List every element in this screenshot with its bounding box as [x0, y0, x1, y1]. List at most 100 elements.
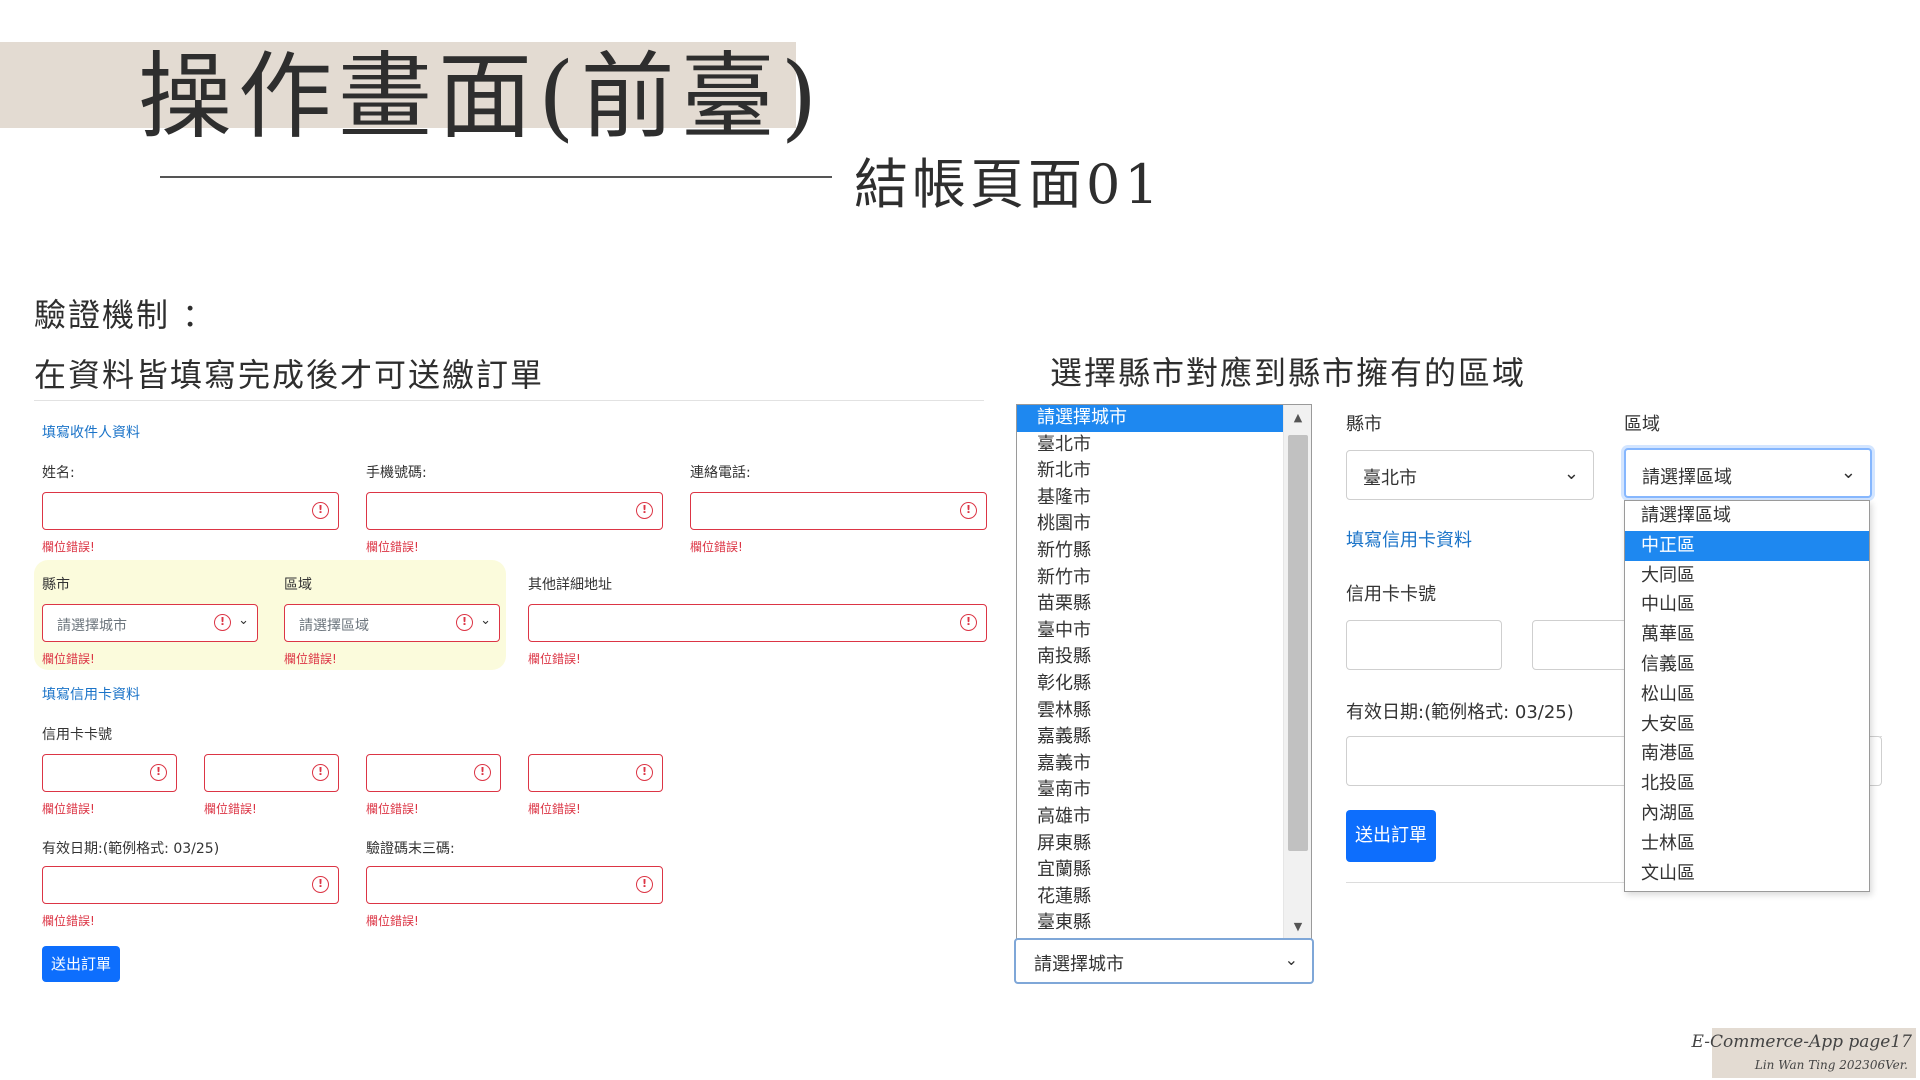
right-form-divider — [1346, 882, 1626, 883]
right-expiry-label: 有效日期:(範例格式: 03/25) — [1346, 702, 1574, 723]
city-dropdown-list[interactable]: 請選擇城市 臺北市 新北市 基隆市 桃園市 新竹縣 新竹市 苗栗縣 臺中市 南投縣 彰化縣 雲林縣 嘉義… — [1016, 404, 1312, 940]
city-option[interactable]: 臺東縣 — [1017, 910, 1283, 937]
right-district-select[interactable]: 請選擇區域 ⌄ — [1624, 448, 1872, 498]
card-number-4-input[interactable]: ! — [528, 754, 663, 792]
exclamation-circle-icon: ! — [960, 614, 977, 631]
city-option[interactable]: 臺南市 — [1017, 777, 1283, 804]
city-option[interactable]: 新竹縣 — [1017, 538, 1283, 565]
right-city-select[interactable]: 臺北市 ⌄ — [1346, 450, 1594, 500]
expiry-input[interactable]: ! — [42, 866, 339, 904]
validation-description: 在資料皆填寫完成後才可送繳訂單 — [34, 356, 545, 394]
exclamation-circle-icon: ! — [636, 876, 653, 893]
scroll-down-icon[interactable]: ▼ — [1284, 920, 1311, 933]
mobile-input[interactable]: ! — [366, 492, 663, 530]
district-option[interactable]: 信義區 — [1625, 650, 1869, 680]
exclamation-circle-icon: ! — [312, 764, 329, 781]
card-number-3-input[interactable]: ! — [366, 754, 501, 792]
district-option[interactable]: 大同區 — [1625, 561, 1869, 591]
right-district-label: 區域 — [1624, 414, 1660, 435]
name-input[interactable]: ! — [42, 492, 339, 530]
card-number-label: 信用卡卡號 — [42, 727, 112, 743]
city-list-scrollbar[interactable]: ▲ ▼ — [1283, 405, 1311, 939]
exclamation-circle-icon: ! — [150, 764, 167, 781]
recipient-info-link[interactable]: 填寫收件人資料 — [42, 422, 140, 442]
city-select[interactable]: 請選擇城市 ! ⌄ — [42, 604, 258, 642]
footer-page-label: E-Commerce-App page17 — [1691, 1032, 1912, 1052]
city-option[interactable]: 基隆市 — [1017, 485, 1283, 512]
card-info-link[interactable]: 填寫信用卡資料 — [42, 684, 140, 704]
city-option[interactable]: 嘉義市 — [1017, 751, 1283, 778]
city-option[interactable]: 宜蘭縣 — [1017, 857, 1283, 884]
district-option[interactable]: 萬華區 — [1625, 620, 1869, 650]
address-input[interactable]: ! — [528, 604, 987, 642]
district-select[interactable]: 請選擇區域 ! ⌄ — [284, 604, 500, 642]
city-option[interactable]: 苗栗縣 — [1017, 591, 1283, 618]
district-option[interactable]: 北投區 — [1625, 769, 1869, 799]
mobile-label: 手機號碼: — [366, 465, 427, 481]
scrollbar-thumb[interactable] — [1288, 435, 1308, 851]
district-option[interactable]: 大安區 — [1625, 710, 1869, 740]
city-option[interactable]: 花蓮縣 — [1017, 884, 1283, 911]
form-top-divider — [34, 400, 984, 401]
city-option[interactable]: 雲林縣 — [1017, 698, 1283, 725]
district-select-value: 請選擇區域 — [299, 618, 369, 634]
cvv-input[interactable]: ! — [366, 866, 663, 904]
cvv-label: 驗證碼末三碼: — [366, 841, 455, 857]
district-option[interactable]: 內湖區 — [1625, 799, 1869, 829]
scroll-up-icon[interactable]: ▲ — [1284, 411, 1311, 424]
chevron-down-icon: ⌄ — [1840, 462, 1856, 483]
city-option[interactable]: 臺北市 — [1017, 432, 1283, 459]
district-option[interactable]: 士林區 — [1625, 829, 1869, 859]
right-district-value: 請選擇區域 — [1642, 467, 1732, 488]
district-option[interactable]: 南港區 — [1625, 739, 1869, 769]
phone-error: 欄位錯誤! — [690, 540, 743, 554]
address-error: 欄位錯誤! — [528, 652, 581, 666]
exclamation-circle-icon: ! — [456, 614, 473, 631]
exclamation-circle-icon: ! — [636, 764, 653, 781]
title-divider — [160, 176, 832, 178]
chevron-down-icon: ⌄ — [1563, 463, 1579, 484]
exclamation-circle-icon: ! — [312, 876, 329, 893]
district-option[interactable]: 中山區 — [1625, 590, 1869, 620]
city-select-value: 請選擇城市 — [57, 618, 127, 634]
district-option[interactable]: 松山區 — [1625, 680, 1869, 710]
district-option[interactable]: 中正區 — [1625, 530, 1869, 561]
submit-order-button[interactable]: 送出訂單 — [42, 946, 120, 982]
page-subtitle: 結帳頁面01 — [854, 153, 1163, 216]
city-option[interactable]: 彰化縣 — [1017, 671, 1283, 698]
right-card-info-link[interactable]: 填寫信用卡資料 — [1346, 526, 1472, 552]
city-option[interactable]: 南投縣 — [1017, 644, 1283, 671]
exclamation-circle-icon: ! — [214, 614, 231, 631]
city-option[interactable]: 屏東縣 — [1017, 831, 1283, 858]
card-number-2-error: 欄位錯誤! — [204, 802, 257, 816]
footer-author-label: Lin Wan Ting 202306Ver. — [1754, 1058, 1908, 1072]
city-option[interactable]: 桃園市 — [1017, 511, 1283, 538]
district-option[interactable]: 請選擇區域 — [1625, 501, 1869, 531]
district-dropdown-list[interactable]: 請選擇區域 中正區 大同區 中山區 萬華區 信義區 松山區 大安區 南港區 北投區 內湖區 士林區 文山… — [1624, 500, 1870, 892]
card-number-1-error: 欄位錯誤! — [42, 802, 95, 816]
right-card-number-1-input[interactable] — [1346, 620, 1502, 670]
name-label: 姓名: — [42, 465, 75, 481]
city-option[interactable]: 新竹市 — [1017, 565, 1283, 592]
city-select-collapsed[interactable]: 請選擇城市 ⌄ — [1014, 938, 1314, 984]
card-number-3-error: 欄位錯誤! — [366, 802, 419, 816]
city-option[interactable]: 高雄市 — [1017, 804, 1283, 831]
card-number-2-input[interactable]: ! — [204, 754, 339, 792]
city-option[interactable]: 臺中市 — [1017, 618, 1283, 645]
phone-label: 連絡電話: — [690, 465, 751, 481]
district-label: 區域 — [284, 577, 312, 593]
page-title: 操作畫面(前臺) — [138, 43, 824, 152]
address-label: 其他詳細地址 — [528, 577, 612, 593]
right-city-value: 臺北市 — [1363, 468, 1417, 489]
right-submit-order-button[interactable]: 送出訂單 — [1346, 810, 1436, 862]
city-option[interactable]: 新北市 — [1017, 458, 1283, 485]
card-number-4-error: 欄位錯誤! — [528, 802, 581, 816]
district-option[interactable]: 文山區 — [1625, 859, 1869, 889]
exclamation-circle-icon: ! — [474, 764, 491, 781]
chevron-down-icon: ⌄ — [238, 613, 249, 628]
phone-input[interactable]: ! — [690, 492, 987, 530]
city-option[interactable]: 嘉義縣 — [1017, 724, 1283, 751]
city-option[interactable]: 請選擇城市 — [1017, 405, 1283, 432]
card-number-1-input[interactable]: ! — [42, 754, 177, 792]
exclamation-circle-icon: ! — [636, 502, 653, 519]
